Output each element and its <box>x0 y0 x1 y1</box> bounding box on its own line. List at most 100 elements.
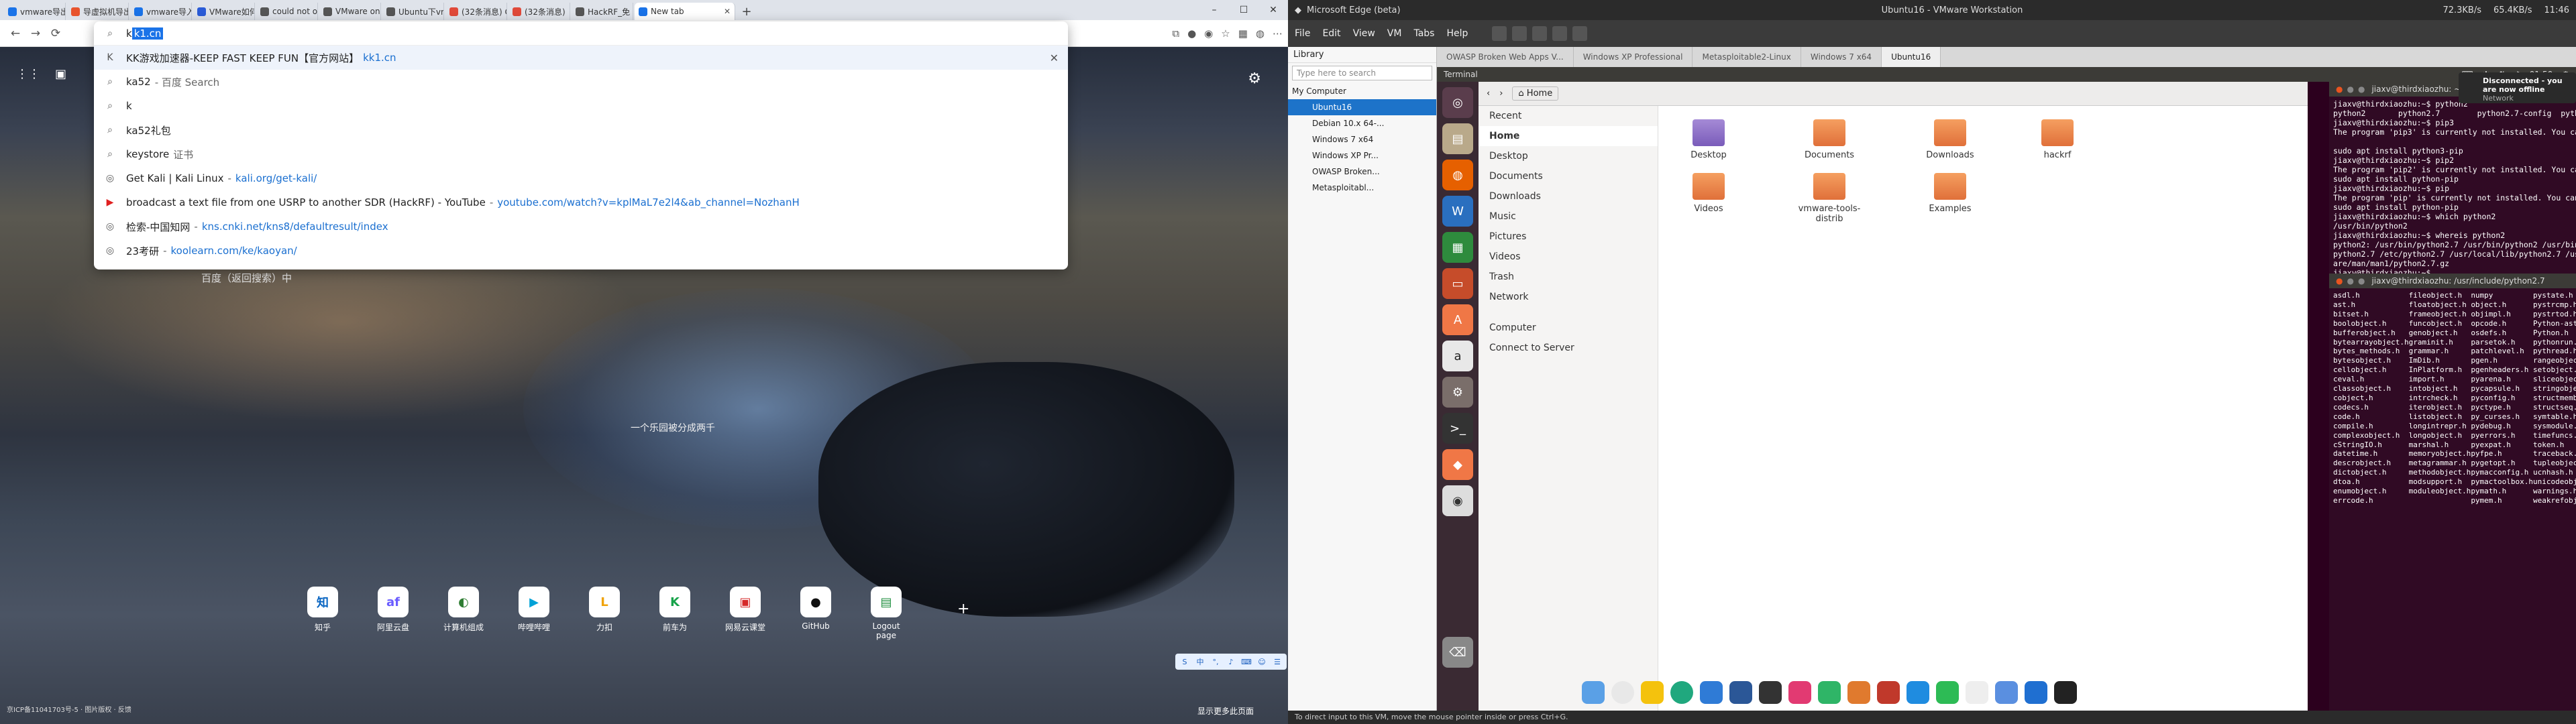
pycharm-icon[interactable] <box>1818 680 1841 704</box>
wallpaper-caption[interactable]: 一个乐园被分成两千 <box>631 421 715 434</box>
ime-punct-icon[interactable]: °, <box>1209 655 1222 668</box>
terminal-icon[interactable]: >_ <box>1442 413 1473 444</box>
quicklink-tile[interactable]: ◐ 计算机组成 <box>443 587 484 640</box>
library-vm-item[interactable]: Metasploitabl... <box>1288 180 1436 196</box>
software-center-icon[interactable]: A <box>1442 304 1473 335</box>
quicklink-tile[interactable]: ▤ Logout page <box>865 587 907 640</box>
browser-tab[interactable]: HackRF_免 <box>572 3 633 20</box>
vscode-icon[interactable] <box>1700 680 1723 704</box>
writer-icon[interactable]: W <box>1442 196 1473 227</box>
power-icon[interactable] <box>1492 26 1507 41</box>
app-blue-icon[interactable] <box>1907 680 1929 704</box>
vm-tab[interactable]: Metasploitable2-Linux <box>1693 47 1801 67</box>
files-sidebar-item[interactable]: Videos <box>1479 247 1658 267</box>
quicklink-tile[interactable]: af 阿里云盘 <box>372 587 414 640</box>
tab-close-icon[interactable]: ✕ <box>724 7 731 16</box>
files-sidebar-item[interactable]: Home <box>1479 126 1658 146</box>
address-input[interactable]: ⌕ k k1.cn <box>94 21 1068 46</box>
quicklink-tile[interactable]: ● GitHub <box>795 587 837 640</box>
fullscreen-icon[interactable] <box>1552 26 1568 41</box>
vm-tab[interactable]: Windows 7 x64 <box>1801 47 1882 67</box>
browser-tab[interactable]: vmware导入 <box>130 3 192 20</box>
browser-tab[interactable]: could not op <box>256 3 318 20</box>
menu-vm[interactable]: VM <box>1387 28 1402 39</box>
library-vm-item[interactable]: Ubuntu16 <box>1288 99 1436 115</box>
settings-gear-icon[interactable]: ⚙ <box>1248 70 1261 87</box>
menu-file[interactable]: File <box>1295 28 1310 39</box>
vm-tab[interactable]: Ubuntu16 <box>1882 47 1941 67</box>
profile-icon[interactable]: ◍ <box>1256 27 1265 40</box>
minimize-icon[interactable]: ● <box>2347 276 2353 286</box>
browser-tab[interactable]: 导虚拟机导出 <box>67 3 129 20</box>
show-more-link[interactable]: 显示更多此页面 <box>1197 705 1254 717</box>
quicklink-tile[interactable]: ▣ 网易云课堂 <box>724 587 766 640</box>
app-orange-icon[interactable] <box>1847 680 1870 704</box>
tray-item[interactable]: 11:46 <box>2544 5 2569 15</box>
forward-icon[interactable]: › <box>1499 88 1503 99</box>
browser-tab[interactable]: New tab ✕ <box>635 3 735 20</box>
back-icon[interactable]: ‹ <box>1487 88 1490 99</box>
suggestion-item[interactable]: ◎ 23考研 - koolearn.com/ke/kaoyan/ <box>94 239 1068 263</box>
apps-grid-icon[interactable]: ⋮⋮ <box>16 67 40 81</box>
suggestion-item[interactable]: ◎ Get Kali | Kali Linux - kali.org/get-kali… <box>94 166 1068 190</box>
menu-edit[interactable]: Edit <box>1322 28 1340 39</box>
vm-tab[interactable]: Windows XP Professional <box>1574 47 1693 67</box>
terminal-dock-icon[interactable] <box>2054 680 2077 704</box>
refresh-icon[interactable]: ⟳ <box>46 27 66 40</box>
back-icon[interactable]: ← <box>5 27 25 40</box>
calc-icon[interactable]: ▦ <box>1442 232 1473 263</box>
unity-icon[interactable] <box>1572 26 1588 41</box>
ime-menu-icon[interactable]: ☰ <box>1271 655 1284 668</box>
quicklink-tile[interactable]: ▶ 哔哩哔哩 <box>513 587 555 640</box>
ime-skin-icon[interactable]: ☺ <box>1255 655 1269 668</box>
favorites-icon[interactable]: ☆ <box>1221 27 1230 40</box>
extension-icon[interactable]: ⧉ <box>1172 27 1179 40</box>
home-path-button[interactable]: ⌂ Home <box>1512 86 1559 101</box>
quicklink-tile[interactable]: 知知乎 <box>302 587 343 640</box>
menu-tabs[interactable]: Tabs <box>1413 28 1434 39</box>
tray-item[interactable]: 72.3KB/s <box>2443 5 2481 15</box>
typora-icon[interactable] <box>1966 680 1988 704</box>
intellij-icon[interactable] <box>1788 680 1811 704</box>
ime-keyboard-icon[interactable]: ⌨ <box>1240 655 1253 668</box>
suggestion-item[interactable]: ⌕ k <box>94 94 1068 118</box>
tray-item[interactable]: 65.4KB/s <box>2493 5 2532 15</box>
firefox-icon[interactable]: ◍ <box>1442 160 1473 190</box>
files-sidebar-item[interactable]: Documents <box>1479 166 1658 186</box>
files-sidebar-item[interactable]: Network <box>1479 287 1658 307</box>
file-item[interactable]: Downloads <box>1913 119 1987 160</box>
finder-icon[interactable] <box>1582 680 1605 704</box>
browser-tab[interactable]: VMware on <box>319 3 381 20</box>
suggestion-item[interactable]: ⌕ keystore 证书 <box>94 142 1068 166</box>
vm-tab[interactable]: OWASP Broken Web Apps V... <box>1437 47 1574 67</box>
library-search-input[interactable]: Type here to search <box>1292 66 1432 80</box>
add-quicklink-icon[interactable]: + <box>957 601 969 617</box>
file-item[interactable]: Desktop <box>1672 119 1746 160</box>
browser-tab[interactable]: (32条消息) <box>508 3 570 20</box>
library-vm-item[interactable]: Debian 10.x 64-... <box>1288 115 1436 131</box>
dash-icon[interactable]: ◎ <box>1442 87 1473 118</box>
browser-tab[interactable]: VMware如何 <box>193 3 255 20</box>
app-red-icon[interactable] <box>1877 680 1900 704</box>
files-sidebar-item[interactable]: Trash <box>1479 267 1658 287</box>
minimize-icon[interactable]: ● <box>2347 84 2353 94</box>
camera-icon[interactable]: ◉ <box>1442 485 1473 516</box>
file-item[interactable]: vmware-tools-distrib <box>1792 173 1866 224</box>
suggestion-item[interactable]: ◎ 检索-中国知网 - kns.cnki.net/kns8/defaultresult… <box>94 215 1068 239</box>
browser-tab[interactable]: vmware导出 <box>4 3 66 20</box>
menu-view[interactable]: View <box>1353 28 1375 39</box>
file-item[interactable]: hackrf <box>2021 119 2094 160</box>
files-icon[interactable]: ▤ <box>1442 123 1473 154</box>
file-item[interactable]: Videos <box>1672 173 1746 214</box>
ime-lang-icon[interactable]: 中 <box>1193 655 1207 668</box>
pause-icon[interactable] <box>1512 26 1527 41</box>
quicklink-tile[interactable]: K 前车为 <box>654 587 696 640</box>
library-vm-item[interactable]: Windows XP Pr... <box>1288 147 1436 164</box>
word-icon[interactable] <box>1729 680 1752 704</box>
ime-mic-icon[interactable]: ♪ <box>1224 655 1238 668</box>
file-item[interactable]: Examples <box>1913 173 1987 214</box>
record-icon[interactable]: ◉ <box>1204 27 1213 40</box>
files-sidebar-item[interactable]: Desktop <box>1479 146 1658 166</box>
wechat-icon[interactable] <box>1936 680 1959 704</box>
new-tab-button[interactable]: + <box>737 3 757 20</box>
